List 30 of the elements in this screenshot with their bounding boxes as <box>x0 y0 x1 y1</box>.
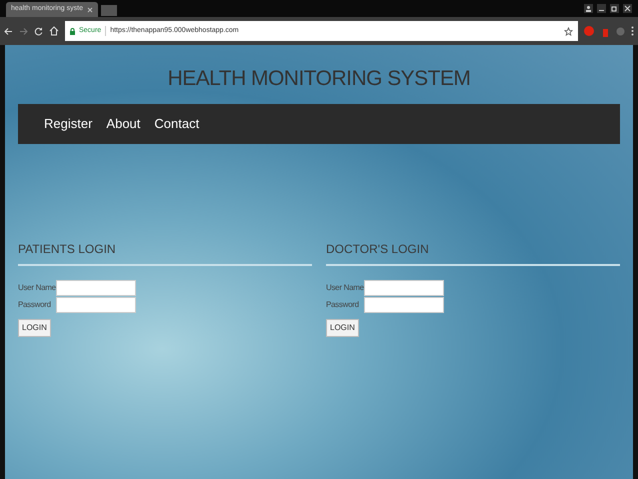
home-icon[interactable] <box>49 26 59 36</box>
user-icon[interactable] <box>584 4 593 13</box>
field-label: Password <box>326 298 360 310</box>
back-icon[interactable] <box>4 26 13 36</box>
field-label: User Name <box>326 282 364 294</box>
minimize-icon[interactable] <box>597 4 606 13</box>
nav-link[interactable]: About <box>106 114 140 134</box>
input-field[interactable] <box>56 296 136 312</box>
close-icon[interactable] <box>87 6 93 12</box>
field-label: Password <box>18 298 52 310</box>
forward-icon[interactable] <box>19 26 28 36</box>
input-field[interactable] <box>56 280 136 296</box>
star-icon[interactable] <box>564 26 573 36</box>
extension-icon[interactable] <box>616 26 625 36</box>
menu-icon[interactable] <box>631 26 634 36</box>
restore-icon[interactable] <box>610 4 619 13</box>
input-field[interactable] <box>364 296 444 312</box>
reload-icon[interactable] <box>34 26 43 36</box>
site-title: HEALTH MONITORING SYSTEM <box>166 66 472 92</box>
lock-icon <box>70 28 75 34</box>
nav-link[interactable]: Register <box>44 114 92 134</box>
login-button[interactable]: LOGIN <box>326 318 359 336</box>
panel-heading: PATIENTS LOGIN <box>18 240 117 258</box>
panel-heading: DOCTOR'S LOGIN <box>326 240 430 258</box>
close-icon[interactable] <box>623 4 632 13</box>
field-label: User Name <box>18 282 56 294</box>
login-button[interactable]: LOGIN <box>18 318 51 336</box>
extension-icon[interactable] <box>584 26 594 36</box>
input-field[interactable] <box>364 280 444 296</box>
nav-link[interactable]: Contact <box>154 114 200 134</box>
